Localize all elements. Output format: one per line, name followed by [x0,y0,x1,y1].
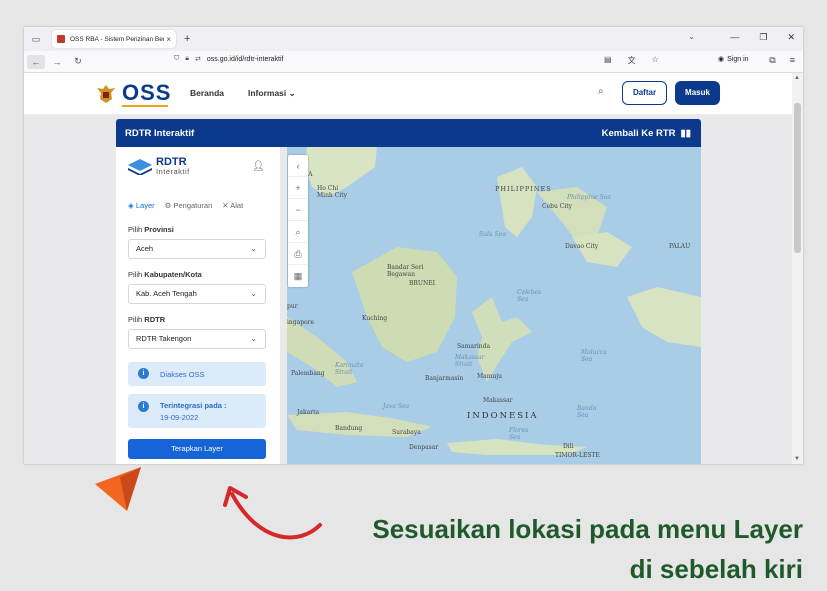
curved-arrow-icon [230,492,322,540]
annotation-line-2: di sebelah kiri [629,554,803,584]
annotation-line-1: Sesuaikan lokasi pada menu Layer [372,514,803,544]
annotation-overlay [95,467,322,540]
